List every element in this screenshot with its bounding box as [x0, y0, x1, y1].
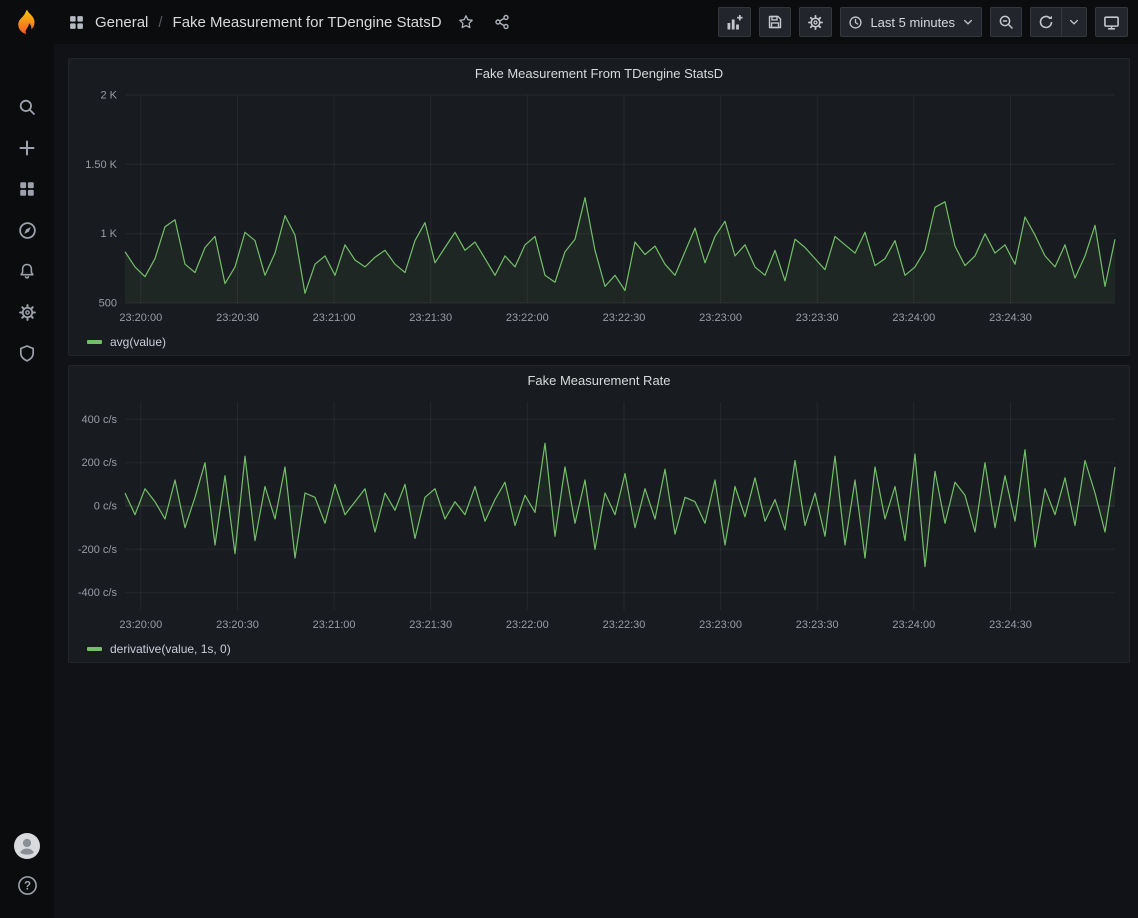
grafana-flame-icon	[12, 7, 42, 37]
chevron-down-icon	[962, 16, 974, 28]
chart-canvas[interactable]: 500 1 K 1.50 K 2 K 23:20:00 23:20:30 23:21:00 2…	[69, 87, 1129, 329]
sidebar-item-search[interactable]	[14, 94, 40, 120]
refresh-button[interactable]	[1030, 7, 1062, 37]
sidebar-item-dashboards[interactable]	[14, 176, 40, 202]
sidebar-item-add[interactable]	[14, 135, 40, 161]
chevron-down-icon	[1068, 16, 1080, 28]
clock-icon	[848, 15, 863, 30]
svg-text:23:20:00: 23:20:00	[119, 312, 162, 324]
sidebar-item-alerting[interactable]	[14, 258, 40, 284]
save-dashboard-button[interactable]	[759, 7, 791, 37]
svg-text:-400 c/s: -400 c/s	[78, 587, 118, 599]
help-button[interactable]: ?	[14, 872, 40, 898]
panel-header: Fake Measurement Rate	[69, 366, 1129, 394]
bell-icon	[18, 262, 36, 280]
search-icon	[18, 98, 36, 116]
top-navbar: General / Fake Measurement for TDengine …	[54, 0, 1138, 44]
avatar-icon	[14, 833, 40, 859]
svg-text:1 K: 1 K	[100, 228, 117, 240]
svg-text:23:23:30: 23:23:30	[796, 619, 839, 631]
svg-text:-200 c/s: -200 c/s	[78, 544, 118, 556]
panel-title[interactable]: Fake Measurement From TDengine StatsD	[475, 66, 723, 81]
refresh-icon	[1038, 14, 1054, 30]
svg-text:500: 500	[99, 298, 117, 310]
dashboard-grid: Fake Measurement From TDengine StatsD 50…	[54, 44, 1138, 663]
svg-text:23:24:30: 23:24:30	[989, 312, 1032, 324]
svg-text:23:22:30: 23:22:30	[603, 619, 646, 631]
sidebar-item-explore[interactable]	[14, 217, 40, 243]
compass-icon	[18, 221, 37, 240]
grafana-logo[interactable]	[0, 0, 54, 44]
dashboard-toolbar: Last 5 minutes	[718, 7, 1128, 37]
svg-text:23:20:00: 23:20:00	[119, 619, 162, 631]
svg-text:23:24:00: 23:24:00	[892, 312, 935, 324]
user-avatar[interactable]	[14, 833, 40, 859]
svg-text:23:21:30: 23:21:30	[409, 312, 452, 324]
dashboards-grid-icon	[18, 180, 36, 198]
svg-text:23:21:00: 23:21:00	[313, 312, 356, 324]
zoom-out-button[interactable]	[990, 7, 1022, 37]
add-panel-button[interactable]	[718, 7, 751, 37]
share-icon	[494, 14, 510, 30]
cycle-view-mode-button[interactable]	[1095, 7, 1128, 37]
svg-text:1.50 K: 1.50 K	[85, 159, 117, 171]
apps-grid-icon	[68, 14, 85, 31]
svg-text:23:20:30: 23:20:30	[216, 619, 259, 631]
help-circle-icon: ?	[17, 875, 38, 896]
time-range-picker[interactable]: Last 5 minutes	[840, 7, 982, 37]
sidebar: ?	[0, 0, 54, 918]
panel-legend: derivative(value, 1s, 0)	[69, 636, 1129, 662]
zoom-out-icon	[998, 14, 1014, 30]
star-icon	[458, 14, 474, 30]
legend-series-swatch	[87, 340, 102, 344]
refresh-interval-dropdown[interactable]	[1061, 7, 1087, 37]
share-dashboard-button[interactable]	[490, 10, 514, 34]
time-range-label: Last 5 minutes	[870, 15, 955, 30]
sidebar-bottom: ?	[14, 833, 40, 898]
svg-text:23:22:00: 23:22:00	[506, 312, 549, 324]
svg-text:23:23:30: 23:23:30	[796, 312, 839, 324]
svg-text:400 c/s: 400 c/s	[82, 414, 118, 426]
svg-text:23:20:30: 23:20:30	[216, 312, 259, 324]
svg-text:23:21:00: 23:21:00	[313, 619, 356, 631]
legend-series-label[interactable]: derivative(value, 1s, 0)	[110, 642, 231, 656]
gear-icon	[18, 303, 37, 322]
sidebar-nav	[14, 94, 40, 366]
svg-text:2 K: 2 K	[100, 90, 117, 102]
svg-text:23:24:30: 23:24:30	[989, 619, 1032, 631]
timeseries-chart[interactable]: 500 1 K 1.50 K 2 K 23:20:00 23:20:30 23:21:00 2…	[69, 87, 1129, 329]
sidebar-item-configuration[interactable]	[14, 299, 40, 325]
panel-fake-measurement-rate: Fake Measurement Rate -400 c/s -200 c/s 0 …	[68, 365, 1130, 663]
panel-title[interactable]: Fake Measurement Rate	[527, 373, 670, 388]
panel-legend: avg(value)	[69, 329, 1129, 355]
svg-text:23:21:30: 23:21:30	[409, 619, 452, 631]
monitor-icon	[1103, 14, 1120, 31]
breadcrumb-separator: /	[158, 14, 162, 31]
svg-text:23:23:00: 23:23:00	[699, 312, 742, 324]
shield-icon	[18, 344, 36, 362]
timeseries-chart[interactable]: -400 c/s -200 c/s 0 c/s 200 c/s 400 c/s 23:20…	[69, 394, 1129, 636]
legend-series-label[interactable]: avg(value)	[110, 335, 166, 349]
legend-series-swatch	[87, 647, 102, 651]
svg-text:23:22:00: 23:22:00	[506, 619, 549, 631]
panel-header: Fake Measurement From TDengine StatsD	[69, 59, 1129, 87]
panel-fake-measurement: Fake Measurement From TDengine StatsD 50…	[68, 58, 1130, 356]
refresh-split-button	[1030, 7, 1087, 37]
dashboard-settings-button[interactable]	[799, 7, 832, 37]
svg-text:0 c/s: 0 c/s	[94, 501, 118, 513]
plus-icon	[18, 139, 36, 157]
save-icon	[767, 14, 783, 30]
sidebar-item-server-admin[interactable]	[14, 340, 40, 366]
chart-canvas[interactable]: -400 c/s -200 c/s 0 c/s 200 c/s 400 c/s 23:20…	[69, 394, 1129, 636]
svg-text:23:24:00: 23:24:00	[892, 619, 935, 631]
breadcrumb-folder[interactable]: General	[95, 14, 148, 31]
gear-icon	[807, 14, 824, 31]
panel-add-icon	[726, 14, 743, 31]
svg-text:23:22:30: 23:22:30	[603, 312, 646, 324]
star-dashboard-button[interactable]	[454, 10, 478, 34]
svg-text:23:23:00: 23:23:00	[699, 619, 742, 631]
breadcrumb-dashboard-title[interactable]: Fake Measurement for TDengine StatsD	[173, 14, 442, 31]
svg-text:200 c/s: 200 c/s	[82, 457, 118, 469]
svg-text:?: ?	[23, 880, 30, 892]
